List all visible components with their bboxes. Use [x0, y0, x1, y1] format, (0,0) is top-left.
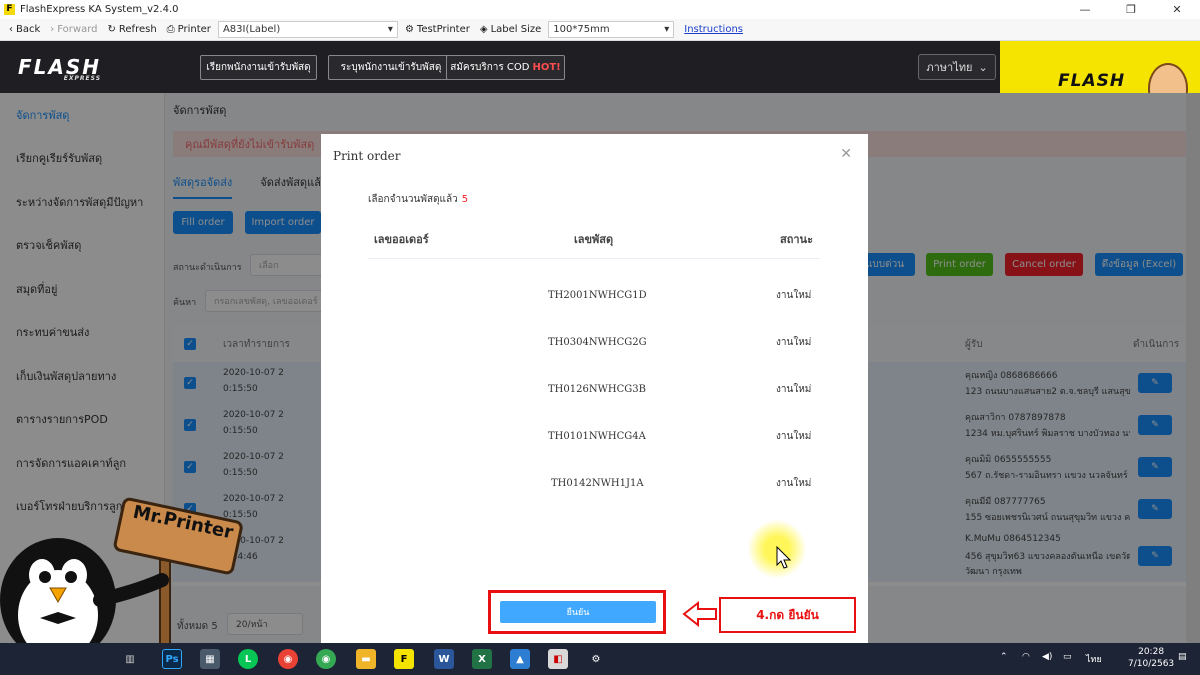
modal-row: TH2001NWHCG1D งานใหม่ [548, 290, 812, 301]
printer-icon: ⎙ [166, 24, 175, 35]
word-icon[interactable]: W [434, 649, 454, 669]
modal-row: TH0304NWHCG2G งานใหม่ [548, 337, 812, 348]
col-tracking-no: เลขพัสดุ [574, 233, 614, 246]
dropdown-arrow-icon: ▾ [664, 24, 670, 35]
window-controls: — ❐ ✕ [1062, 0, 1200, 19]
label-size-select[interactable]: 100*75mm ▾ [548, 21, 675, 38]
instructions-link[interactable]: Instructions [684, 24, 743, 35]
cod-signup-button[interactable]: สมัครบริการ COD HOT! [446, 55, 565, 80]
volume-icon[interactable]: ◀) [1042, 652, 1052, 662]
close-icon[interactable]: ✕ [840, 146, 852, 162]
modal-row: TH0101NWHCG4A งานใหม่ [548, 431, 812, 442]
selected-count: เลือกจำนวนพัสดุแล้ว 5 [368, 194, 469, 205]
chevron-down-icon: ⌄ [978, 60, 988, 74]
snip-tool-icon[interactable]: ◧ [548, 649, 568, 669]
col-order-no: เลขออเดอร์ [374, 233, 429, 246]
chevron-left-icon: ‹ [9, 24, 13, 35]
close-icon[interactable]: ✕ [1154, 0, 1200, 19]
flash-express-icon[interactable]: F [394, 649, 414, 669]
step-instruction: 4.กด ยืนยัน [719, 597, 856, 633]
printer-label: ⎙ Printer [166, 24, 211, 35]
chrome-icon[interactable]: ◉ [278, 649, 298, 669]
window-title: FlashExpress KA System_v2.4.0 [20, 4, 179, 15]
excel-icon[interactable]: X [472, 649, 492, 669]
arrow-left-icon [682, 600, 717, 628]
photos-icon[interactable]: ▲ [510, 649, 530, 669]
notification-icon[interactable]: ▤ [1178, 652, 1187, 662]
printer-select[interactable]: A83I(Label) ▾ [217, 21, 398, 38]
brand-logo: FLASH [1058, 71, 1126, 91]
chevron-right-icon: › [50, 24, 55, 35]
settings-gear-icon[interactable]: ⚙ [586, 649, 606, 669]
modal-table-header: เลขออเดอร์ เลขพัสดุ สถานะ [368, 223, 820, 259]
language-select[interactable]: ภาษาไทย ⌄ [918, 54, 996, 80]
tray-chevron-icon[interactable]: ⌃ [1000, 652, 1008, 662]
file-explorer-icon[interactable]: ▬ [356, 649, 376, 669]
window-titlebar: F FlashExpress KA System_v2.4.0 — ❐ ✕ [0, 0, 1200, 19]
tag-icon: ◈ [479, 24, 488, 35]
wifi-icon[interactable]: ◠ [1022, 652, 1030, 662]
photoshop-icon[interactable]: Ps [162, 649, 182, 669]
back-button[interactable]: ‹ Back [6, 24, 43, 35]
confirm-highlight-box [488, 590, 666, 634]
chrome-alt-icon[interactable]: ◉ [316, 649, 336, 669]
modal-row: TH0142NWH1J1A งานใหม่ [551, 478, 812, 489]
windows-taskbar: ▥ Ps ▦ L ◉ ◉ ▬ F W X ▲ ◧ ⚙ ⌃ ◠ ◀) ▭ ไทย … [0, 643, 1200, 675]
modal-row: TH0126NWHCG3B งานใหม่ [548, 384, 812, 395]
gear-icon: ⚙ [404, 24, 414, 35]
maximize-icon[interactable]: ❐ [1108, 0, 1154, 19]
mouse-cursor-icon [776, 546, 792, 569]
line-app-icon[interactable]: L [238, 649, 258, 669]
app-icon: F [4, 4, 15, 15]
call-courier-button[interactable]: เรียกพนักงานเข้ารับพัสดุ [200, 55, 317, 80]
label-size-label: ◈ Label Size [479, 24, 542, 35]
calculator-icon[interactable]: ▦ [200, 649, 220, 669]
taskbar-clock[interactable]: 20:28 7/10/2563 [1128, 646, 1174, 670]
assign-courier-button[interactable]: ระบุพนักงานเข้ารับพัสดุ [328, 55, 454, 80]
minimize-icon[interactable]: — [1062, 0, 1108, 19]
input-language[interactable]: ไทย [1086, 652, 1102, 666]
forward-button[interactable]: › Forward [47, 24, 100, 35]
refresh-icon: ↻ [107, 24, 116, 35]
test-printer-button[interactable]: ⚙ TestPrinter [402, 24, 473, 35]
modal-title: Print order [333, 149, 401, 163]
dropdown-arrow-icon: ▾ [387, 24, 393, 35]
app-header: FLASH EXPRESS เรียกพนักงานเข้ารับพัสดุ ระ… [0, 41, 1000, 93]
flash-logo: FLASH EXPRESS [18, 55, 102, 82]
task-view-icon[interactable]: ▥ [120, 649, 140, 669]
battery-icon[interactable]: ▭ [1063, 652, 1072, 662]
refresh-button[interactable]: ↻ Refresh [105, 24, 160, 35]
col-status: สถานะ [780, 233, 813, 246]
browser-toolbar: ‹ Back › Forward ↻ Refresh ⎙ Printer A83I(La… [0, 19, 1200, 41]
